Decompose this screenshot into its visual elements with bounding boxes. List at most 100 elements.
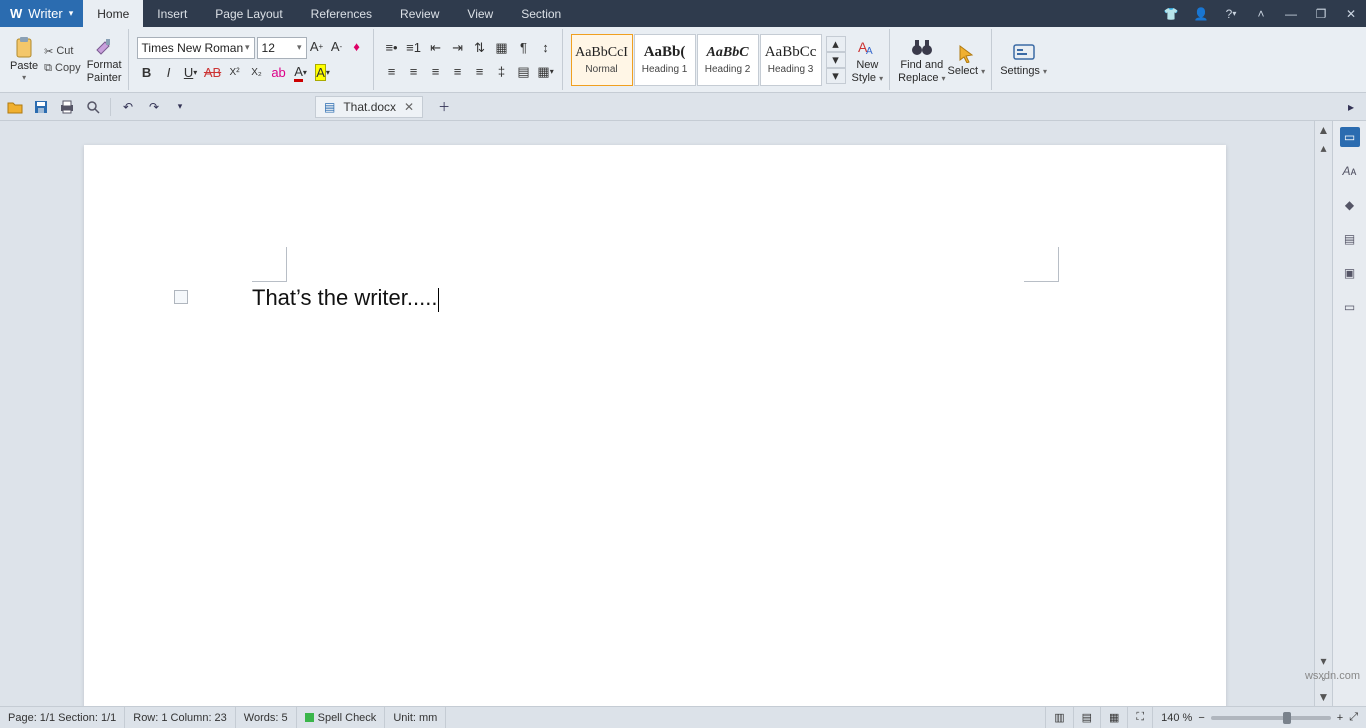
status-words[interactable]: Words: 5 — [236, 707, 297, 728]
page[interactable]: That’s the writer..... — [84, 145, 1226, 706]
highlight-button[interactable]: A▾ — [313, 63, 333, 83]
panel-shapes-icon[interactable]: ◆ — [1340, 195, 1360, 215]
style-normal[interactable]: AaBbCcINormal — [571, 34, 633, 86]
cut-button[interactable]: ✂Cut — [40, 44, 85, 59]
restore-button[interactable]: ❐ — [1306, 0, 1336, 27]
new-tab-button[interactable]: ＋ — [433, 96, 455, 118]
shrink-font-button[interactable]: A- — [327, 37, 347, 57]
document-tab[interactable]: ▤ That.docx ✕ — [315, 96, 423, 118]
close-tab-icon[interactable]: ✕ — [404, 100, 414, 114]
panel-image-icon[interactable]: ▣ — [1340, 263, 1360, 283]
zoom-out-button[interactable]: − — [1198, 712, 1204, 724]
borders-button[interactable]: ▦▾ — [536, 62, 556, 82]
tab-home[interactable]: Home — [83, 0, 143, 27]
status-unit[interactable]: Unit: mm — [385, 707, 446, 728]
align-right-button[interactable]: ≡ — [426, 62, 446, 82]
tab-insert[interactable]: Insert — [143, 0, 201, 27]
section-tag-icon[interactable] — [174, 290, 188, 304]
fit-page-button[interactable]: ⤢ — [1349, 711, 1358, 724]
help-icon[interactable]: ?▾ — [1216, 0, 1246, 27]
font-color-button[interactable]: A▾ — [291, 63, 311, 83]
font-name-combo[interactable]: Times New Roman▾ — [137, 37, 255, 59]
document-body[interactable]: That’s the writer..... — [252, 285, 439, 312]
increase-indent-button[interactable]: ⇥ — [448, 38, 468, 58]
style-heading2[interactable]: AaBbCHeading 2 — [697, 34, 759, 86]
align-center-button[interactable]: ≡ — [404, 62, 424, 82]
minimize-button[interactable]: — — [1276, 0, 1306, 27]
vertical-scrollbar[interactable]: ▲ ▴ ▾ ◦ ▼ — [1314, 121, 1332, 706]
print-button[interactable] — [56, 96, 78, 118]
zoom-value[interactable]: 140 % — [1161, 712, 1192, 724]
tab-view[interactable]: View — [453, 0, 507, 27]
style-heading1[interactable]: AaBb(Heading 1 — [634, 34, 696, 86]
distribute-button[interactable]: ≡ — [470, 62, 490, 82]
paste-button[interactable]: Paste ▾ — [10, 37, 38, 82]
styles-more-icon[interactable]: ▾ — [826, 68, 846, 84]
scroll-bottom-icon[interactable]: ▼ — [1315, 688, 1332, 706]
style-heading3[interactable]: AaBbCcHeading 3 — [760, 34, 822, 86]
qat-more-icon[interactable]: ▾ — [169, 96, 191, 118]
tab-page-layout[interactable]: Page Layout — [201, 0, 296, 27]
select-button[interactable]: Select ▾ — [948, 42, 986, 77]
show-marks-button[interactable]: ¶ — [514, 38, 534, 58]
panel-header-icon[interactable]: ▤ — [1340, 229, 1360, 249]
tab-references[interactable]: References — [297, 0, 386, 27]
styles-up-icon[interactable]: ▴ — [826, 36, 846, 52]
decrease-indent-button[interactable]: ⇤ — [426, 38, 446, 58]
zoom-in-button[interactable]: + — [1337, 712, 1343, 724]
align-left-button[interactable]: ≡ — [382, 62, 402, 82]
close-button[interactable]: ✕ — [1336, 0, 1366, 27]
superscript-button[interactable]: X² — [225, 63, 245, 83]
shading-button[interactable]: ▤ — [514, 62, 534, 82]
open-button[interactable] — [4, 96, 26, 118]
app-menu-button[interactable]: W Writer ▾ — [0, 0, 83, 27]
zoom-slider[interactable] — [1211, 716, 1331, 720]
styles-down-icon[interactable]: ▾ — [826, 52, 846, 68]
ribbon: Paste ▾ ✂Cut ⧉Copy Format Painter Times … — [0, 27, 1366, 93]
subscript-button[interactable]: X₂ — [247, 63, 267, 83]
tab-section[interactable]: Section — [507, 0, 575, 27]
justify-button[interactable]: ≡ — [448, 62, 468, 82]
scroll-top-icon[interactable]: ▲ — [1315, 121, 1332, 139]
change-case-button[interactable]: ab — [269, 63, 289, 83]
italic-button[interactable]: I — [159, 63, 179, 83]
find-replace-button[interactable]: Find and Replace ▾ — [898, 36, 945, 84]
status-page[interactable]: Page: 1/1 Section: 1/1 — [0, 707, 125, 728]
underline-button[interactable]: U▾ — [181, 63, 201, 83]
view-fullscreen[interactable]: ⛶ — [1128, 707, 1153, 728]
user-icon[interactable]: 👤 — [1186, 0, 1216, 27]
line-spacing-button[interactable]: ‡ — [492, 62, 512, 82]
format-painter-button[interactable]: Format Painter — [87, 36, 122, 84]
view-outline[interactable]: ▤ — [1074, 707, 1101, 728]
view-print-layout[interactable]: ▥ — [1045, 707, 1073, 728]
sort-button[interactable]: ⇅ — [470, 38, 490, 58]
font-size-combo[interactable]: 12▾ — [257, 37, 307, 59]
grow-font-button[interactable]: A+ — [307, 37, 327, 57]
bullets-button[interactable]: ≡• — [382, 38, 402, 58]
status-rowcol[interactable]: Row: 1 Column: 23 — [125, 707, 236, 728]
table-button[interactable]: ▦ — [492, 38, 512, 58]
tab-list-icon[interactable]: ▸ — [1340, 96, 1362, 118]
save-button[interactable] — [30, 96, 52, 118]
view-web[interactable]: ▦ — [1101, 707, 1128, 728]
shirt-icon[interactable]: 👕 — [1156, 0, 1186, 27]
new-style-button[interactable]: AA New Style ▾ — [852, 36, 884, 84]
numbering-button[interactable]: ≡1 — [404, 38, 424, 58]
scroll-up-icon[interactable]: ▴ — [1315, 139, 1332, 157]
text-direction-button[interactable]: ↕ — [536, 38, 556, 58]
clear-format-button[interactable]: ♦ — [347, 37, 367, 57]
undo-button[interactable]: ↶ — [117, 96, 139, 118]
tab-review[interactable]: Review — [386, 0, 453, 27]
strikethrough-button[interactable]: AB — [203, 63, 223, 83]
bold-button[interactable]: B — [137, 63, 157, 83]
panel-clip-icon[interactable]: ▭ — [1340, 297, 1360, 317]
copy-button[interactable]: ⧉Copy — [40, 61, 85, 76]
collapse-ribbon-icon[interactable]: ˄ — [1246, 0, 1276, 27]
status-spellcheck[interactable]: Spell Check — [297, 707, 386, 728]
panel-page-icon[interactable]: ▭ — [1340, 127, 1360, 147]
print-preview-button[interactable] — [82, 96, 104, 118]
settings-button[interactable]: Settings ▾ — [1000, 42, 1047, 77]
redo-button[interactable]: ↷ — [143, 96, 165, 118]
panel-font-icon[interactable]: Aᴀ — [1340, 161, 1360, 181]
scroll-down-icon[interactable]: ▾ — [1315, 652, 1332, 670]
